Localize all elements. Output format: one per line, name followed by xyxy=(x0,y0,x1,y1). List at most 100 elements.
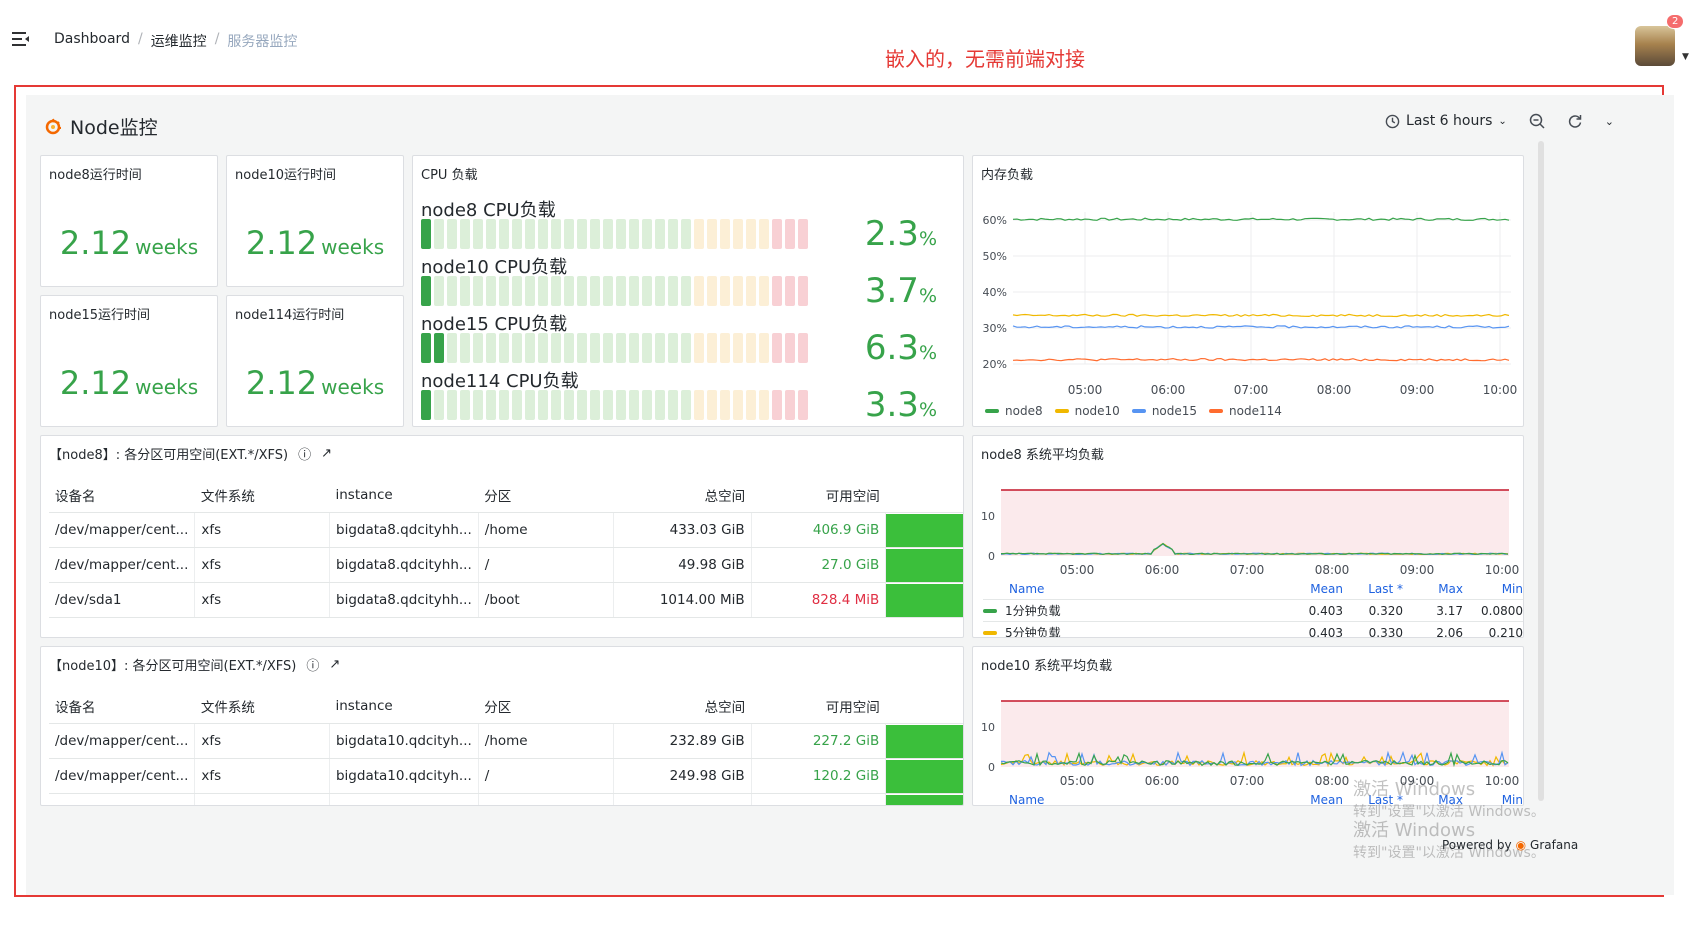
gauge-cell xyxy=(590,219,600,249)
y-tick-label: 50% xyxy=(983,250,1007,263)
legend-header-name[interactable]: Name xyxy=(983,793,1283,806)
gauge-cell xyxy=(473,276,483,306)
cell-mount: /boot xyxy=(478,582,615,618)
cell-avail: 406.9 GiB xyxy=(751,512,887,548)
col-header[interactable]: 可用空间 xyxy=(751,478,886,513)
legend-header-mean[interactable]: Mean xyxy=(1283,793,1343,806)
legend-header-name[interactable]: Name xyxy=(983,582,1283,596)
gauge-cell xyxy=(642,333,652,363)
breadcrumb-ops[interactable]: 运维监控 xyxy=(151,31,207,51)
x-tick-label: 05:00 xyxy=(1068,383,1103,397)
cell-instance: bigdata10.qdcityh... xyxy=(329,758,479,794)
legend-row[interactable]: 1分钟负载 0.403 0.320 3.17 0.0800 xyxy=(983,600,1523,622)
gauge-cell xyxy=(603,276,613,306)
cpu-bar-gauge xyxy=(421,390,808,420)
legend-header-mean[interactable]: Mean xyxy=(1283,582,1343,596)
cell-total: 1014.00 MiB xyxy=(613,793,752,805)
cell-device: /dev/sda1 xyxy=(49,582,196,618)
info-icon[interactable]: ⓘ xyxy=(306,655,319,674)
uptime-panel-node10: node10运行时间 2.12 weeks xyxy=(226,155,404,287)
legend-item[interactable]: node8 xyxy=(985,404,1043,418)
col-header[interactable]: 分区 xyxy=(478,478,614,513)
gauge-cell xyxy=(590,390,600,420)
gauge-cell xyxy=(499,333,509,363)
table-row: /dev/mapper/cent... xfs bigdata10.qdcity… xyxy=(49,758,963,794)
grafana-logo-icon xyxy=(45,118,61,134)
cell-fs: xfs xyxy=(194,582,330,618)
panel-title: 【node10】: 各分区可用空间(EXT.*/XFS) ⓘ ↗ xyxy=(49,655,341,674)
gauge-cell xyxy=(681,333,691,363)
memory-load-panel: 内存负载 60% 50% 40% 30% 20% 05:00 06:00 07:00 08:00… xyxy=(972,155,1524,427)
col-header[interactable]: 文件系统 xyxy=(194,478,330,513)
dashboard-title-text: Node监控 xyxy=(70,117,158,139)
info-icon[interactable]: ⓘ xyxy=(298,444,311,463)
legend-header-last[interactable]: Last * xyxy=(1343,582,1403,596)
zoom-out-icon[interactable] xyxy=(1529,113,1545,129)
gauge-cell xyxy=(421,390,431,420)
memory-graph: 60% 50% 40% 30% 20% 05:00 06:00 07:00 08:00 09:00… xyxy=(983,212,1517,397)
caret-down-icon[interactable]: ▼ xyxy=(1682,52,1689,62)
external-link-icon[interactable]: ↗ xyxy=(329,657,340,672)
cell-device: /dev/sda1 xyxy=(49,793,196,805)
time-picker-button[interactable]: Last 6 hours ⌄ xyxy=(1385,113,1507,129)
menu-fold-icon[interactable] xyxy=(12,31,30,47)
refresh-icon[interactable] xyxy=(1567,113,1583,129)
breadcrumb-dashboard[interactable]: Dashboard xyxy=(54,31,130,51)
gauge-cell xyxy=(798,219,808,249)
gauge-cell xyxy=(460,390,470,420)
gauge-cell xyxy=(746,276,756,306)
col-header[interactable]: 总空间 xyxy=(613,689,752,724)
col-header[interactable]: 可用空间 xyxy=(751,689,886,724)
legend-item[interactable]: node114 xyxy=(1209,404,1282,418)
refresh-interval-chevron-icon[interactable]: ⌄ xyxy=(1605,115,1614,128)
gauge-cell xyxy=(473,390,483,420)
gauge-cell xyxy=(551,219,561,249)
load-legend-table: Name Mean Last * Max Min 1分钟负载 0.403 0.3… xyxy=(983,578,1523,637)
cpu-bar-gauge xyxy=(421,219,808,249)
gauge-cell xyxy=(772,390,782,420)
dashboard-title: Node监控 xyxy=(44,113,158,140)
x-tick-label: 06:00 xyxy=(1145,774,1180,788)
cell-avail: 227.2 GiB xyxy=(751,723,887,759)
gauge-cell xyxy=(512,219,522,249)
gauge-cell xyxy=(655,390,665,420)
cell-instance: bigdata10.qdcityh... xyxy=(329,793,479,805)
scrollbar[interactable] xyxy=(1538,141,1544,801)
cell-total: 1014.00 MiB xyxy=(613,582,752,618)
col-header[interactable]: 总空间 xyxy=(613,478,752,513)
gauge-cell xyxy=(707,276,717,306)
legend-row[interactable]: 5分钟负载 0.403 0.330 2.06 0.210 xyxy=(983,622,1523,637)
gauge-cell xyxy=(746,333,756,363)
gauge-cell xyxy=(577,219,587,249)
cell-avail: 828.4 MiB xyxy=(751,582,887,618)
gauge-cell xyxy=(577,333,587,363)
col-header[interactable]: 分区 xyxy=(478,689,614,724)
gauge-cell xyxy=(447,390,457,420)
legend-header-max[interactable]: Max xyxy=(1403,582,1463,596)
col-header[interactable]: 设备名 xyxy=(49,689,195,724)
cell-instance: bigdata8.qdcityhh... xyxy=(329,512,479,548)
legend-header-min[interactable]: Min xyxy=(1463,582,1523,596)
x-tick-label: 06:00 xyxy=(1145,563,1180,577)
avatar[interactable] xyxy=(1635,26,1675,66)
col-header[interactable]: 文件系统 xyxy=(194,689,330,724)
col-header[interactable]: instance xyxy=(329,689,479,724)
gauge-cell xyxy=(629,219,639,249)
legend-item[interactable]: node10 xyxy=(1054,404,1120,418)
gauge-cell xyxy=(551,333,561,363)
cell-fs: xfs xyxy=(194,793,330,805)
gauge-cell xyxy=(525,219,535,249)
gauge-cell xyxy=(798,390,808,420)
gauge-cell xyxy=(590,333,600,363)
col-header[interactable]: 设备名 xyxy=(49,478,195,513)
x-tick-label: 09:00 xyxy=(1400,383,1435,397)
gauge-cell xyxy=(525,390,535,420)
threshold-area xyxy=(1001,490,1509,556)
cell-instance: bigdata10.qdcityh... xyxy=(329,723,479,759)
col-header[interactable]: instance xyxy=(329,478,479,513)
cell-instance: bigdata8.qdcityhh... xyxy=(329,547,479,583)
legend-item[interactable]: node15 xyxy=(1131,404,1197,418)
breadcrumb-separator: / xyxy=(137,31,143,47)
external-link-icon[interactable]: ↗ xyxy=(321,446,332,461)
gauge-cell xyxy=(642,390,652,420)
